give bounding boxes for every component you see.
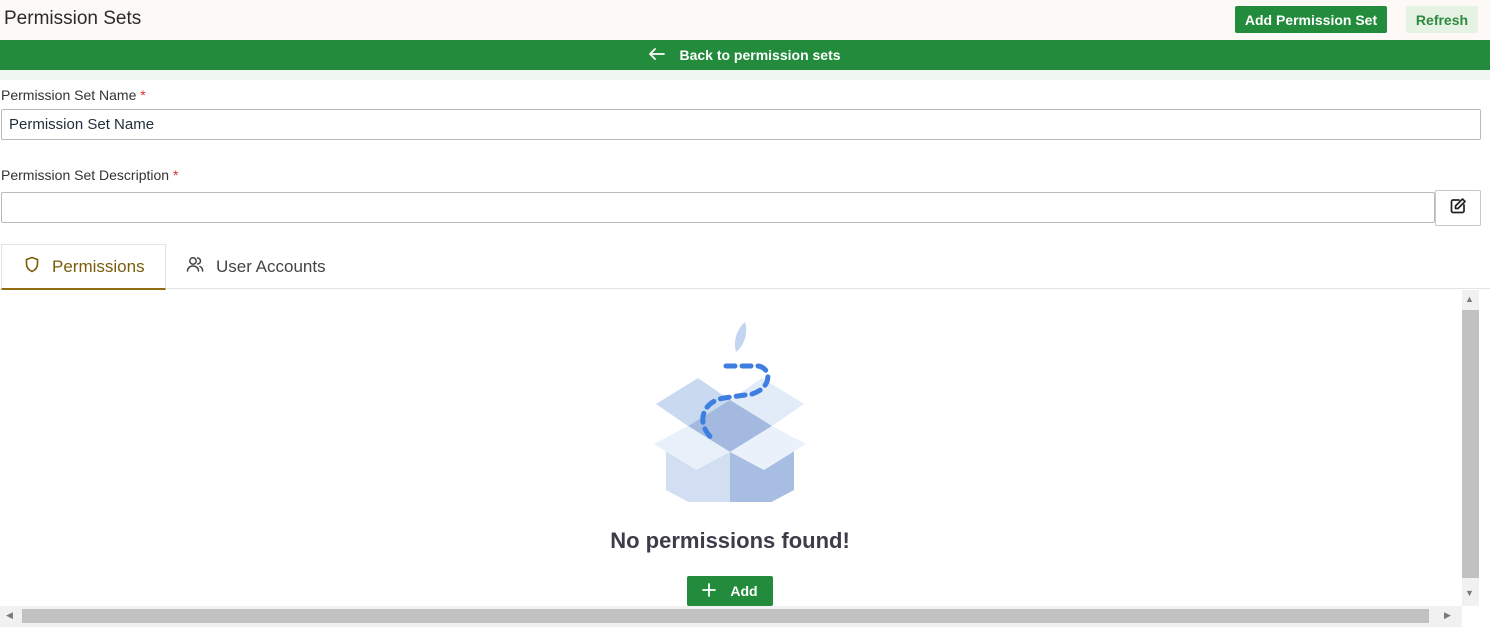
scroll-down-icon[interactable]: ▼ <box>1465 588 1474 598</box>
shield-icon <box>24 256 40 278</box>
tab-user-accounts[interactable]: User Accounts <box>186 244 326 290</box>
edit-icon <box>1449 197 1467 220</box>
add-permission-set-button[interactable]: Add Permission Set <box>1235 6 1387 33</box>
refresh-button[interactable]: Refresh <box>1406 6 1478 33</box>
empty-state: No permissions found! Add <box>0 290 1460 606</box>
tab-permissions[interactable]: Permissions <box>1 244 166 290</box>
name-field-label: Permission Set Name * <box>1 87 146 103</box>
horizontal-scroll-thumb[interactable] <box>22 609 1429 623</box>
users-icon <box>186 256 204 278</box>
vertical-scrollbar[interactable]: ▲ ▼ <box>1462 290 1479 606</box>
empty-state-message: No permissions found! <box>610 528 850 553</box>
description-field-label: Permission Set Description * <box>1 167 179 183</box>
arrow-left-icon <box>649 47 666 63</box>
required-marker: * <box>172 167 179 183</box>
back-to-permission-sets-button[interactable]: Back to permission sets <box>0 40 1490 70</box>
plus-icon <box>702 582 717 600</box>
permission-set-description-input[interactable] <box>1 192 1435 223</box>
scroll-left-icon[interactable]: ◀ <box>6 610 13 621</box>
header-bar: Permission Sets Add Permission Set Refre… <box>0 0 1490 40</box>
edit-description-button[interactable] <box>1435 190 1481 226</box>
add-permission-button[interactable]: Add <box>687 576 773 606</box>
tab-label: User Accounts <box>216 257 326 276</box>
empty-box-illustration <box>648 318 812 524</box>
back-label: Back to permission sets <box>679 47 841 63</box>
tab-bar: Permissions User Accounts <box>0 243 1490 290</box>
scroll-right-icon[interactable]: ▶ <box>1444 610 1451 621</box>
tab-label: Permissions <box>52 256 145 276</box>
scroll-up-icon[interactable]: ▲ <box>1465 294 1474 304</box>
divider <box>0 70 1490 80</box>
permission-set-name-input[interactable]: Permission Set Name <box>1 109 1481 140</box>
page-title: Permission Sets <box>4 8 142 29</box>
horizontal-scrollbar[interactable]: ◀ ▶ <box>0 606 1462 627</box>
vertical-scroll-thumb[interactable] <box>1462 310 1479 578</box>
add-button-label: Add <box>730 583 758 599</box>
required-marker: * <box>140 87 146 103</box>
